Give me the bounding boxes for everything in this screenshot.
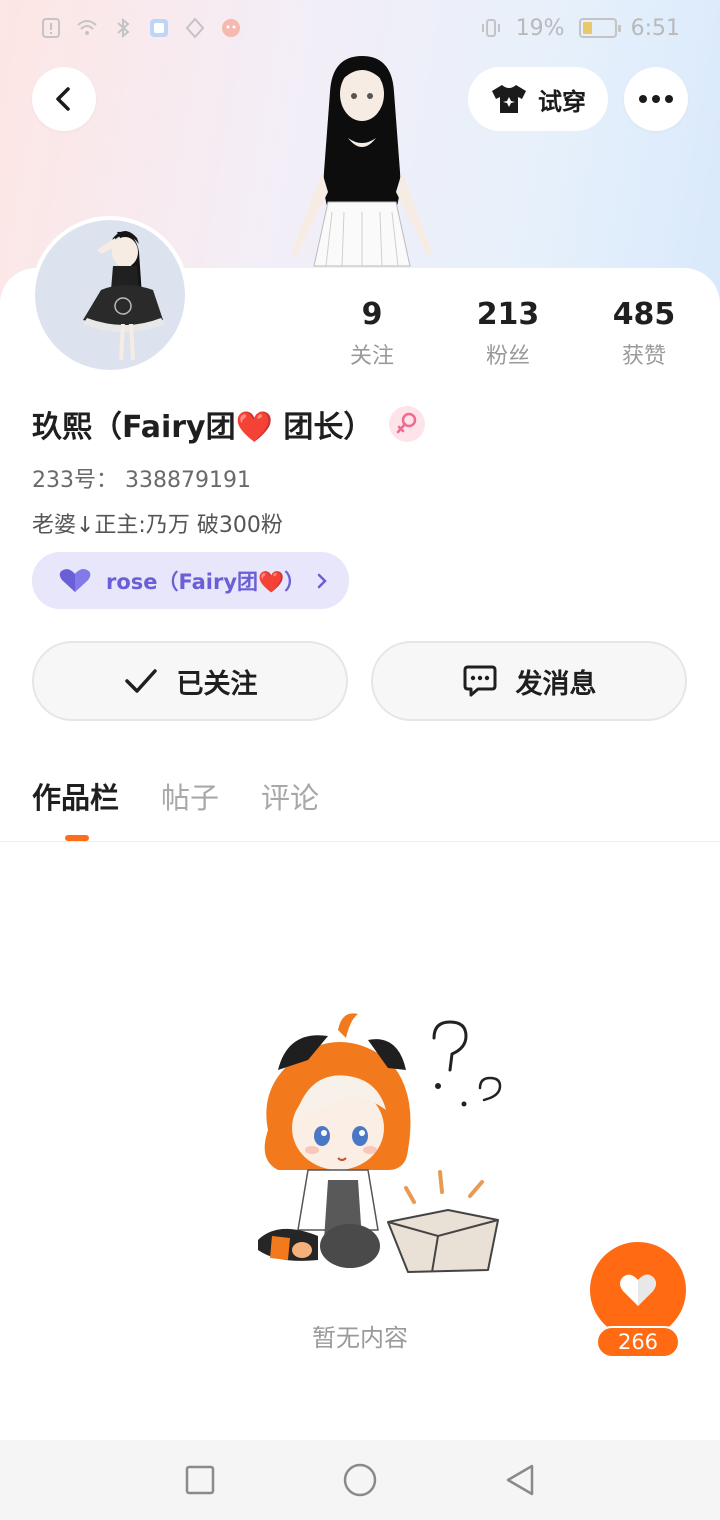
alert-icon (42, 18, 60, 38)
more-dots-icon (639, 95, 673, 103)
group-chip-label: rose（Fairy团❤️） (106, 569, 306, 594)
followed-label: 已关注 (176, 668, 258, 700)
tab-comments[interactable]: 评论 (261, 775, 319, 817)
try-on-label: 试穿 (538, 87, 586, 116)
stat-likes-value: 485 (612, 297, 676, 332)
send-message-button[interactable]: 发消息 (371, 641, 687, 721)
clock-time: 6:51 (630, 15, 680, 41)
content-tabs: 作品栏 帖子 评论 (32, 775, 319, 817)
status-icons-right: 19% 6:51 (480, 16, 680, 41)
stat-likes-label: 获赞 (621, 344, 666, 369)
group-chip[interactable]: rose（Fairy团❤️） (32, 552, 349, 609)
recent-apps-button[interactable] (170, 1450, 230, 1510)
user-id: 233号： 338879191 (32, 468, 251, 493)
stat-following-label: 关注 (349, 344, 394, 369)
profile-name: 玖熙（Fairy团❤️ 团长） (32, 410, 374, 445)
profile-name-row: 玖熙（Fairy团❤️ 团长） (32, 402, 426, 446)
character-figure-image (292, 56, 432, 267)
avatar[interactable] (31, 216, 189, 374)
vibrate-icon (481, 19, 500, 37)
back-nav-button[interactable] (490, 1450, 550, 1510)
like-count-badge: 266 (596, 1326, 680, 1358)
purple-heart-icon (59, 568, 91, 592)
wifi-icon (77, 20, 97, 35)
home-button[interactable] (330, 1450, 390, 1510)
triangle-back-icon (506, 1464, 534, 1496)
heart-icon (620, 1274, 656, 1306)
system-navigation-bar (0, 1440, 720, 1520)
shield-notification-icon (185, 17, 205, 39)
battery-percent: 19% (515, 15, 565, 41)
tab-works[interactable]: 作品栏 (32, 775, 119, 817)
status-bar: 19% 6:51 (0, 0, 720, 56)
followed-button[interactable]: 已关注 (32, 641, 348, 721)
chevron-left-icon (56, 87, 70, 111)
battery-icon (578, 18, 621, 38)
gender-badge (389, 406, 426, 442)
try-on-button[interactable]: 试穿 (468, 67, 608, 131)
stat-fans-value: 213 (476, 297, 540, 332)
status-icons-left (40, 17, 242, 39)
app-notification-icon (150, 19, 168, 37)
like-fab-button[interactable] (590, 1242, 686, 1338)
avatar-image (35, 220, 185, 370)
profile-bio: 老婆↓正主:乃万 破300粉 (32, 513, 283, 538)
avatar-character-icon (83, 231, 165, 360)
stat-fans[interactable]: 213 粉丝 (440, 296, 576, 370)
back-button[interactable] (32, 67, 96, 131)
profile-screen: 19% 6:51 试穿 9 关注 213 粉丝 485 获赞 玖熙（Fairy团… (0, 0, 720, 1520)
female-icon (397, 412, 417, 434)
chevron-right-icon (317, 573, 327, 588)
profile-stats: 9 关注 213 粉丝 485 获赞 (304, 296, 712, 370)
stat-likes[interactable]: 485 获赞 (576, 296, 712, 370)
stat-following-value: 9 (361, 297, 383, 332)
tabs-divider (0, 841, 720, 842)
empty-state-illustration (258, 1013, 502, 1273)
tab-posts[interactable]: 帖子 (161, 775, 219, 817)
chat-bubble-icon (463, 665, 496, 697)
check-icon (124, 669, 157, 693)
bluetooth-icon (117, 17, 130, 39)
stat-following[interactable]: 9 关注 (304, 296, 440, 370)
more-options-button[interactable] (624, 67, 688, 131)
stat-fans-label: 粉丝 (485, 344, 530, 369)
tshirt-icon (492, 85, 526, 113)
send-message-label: 发消息 (515, 668, 597, 700)
game-notification-icon (222, 19, 240, 37)
square-icon (185, 1465, 215, 1495)
circle-icon (343, 1463, 377, 1497)
